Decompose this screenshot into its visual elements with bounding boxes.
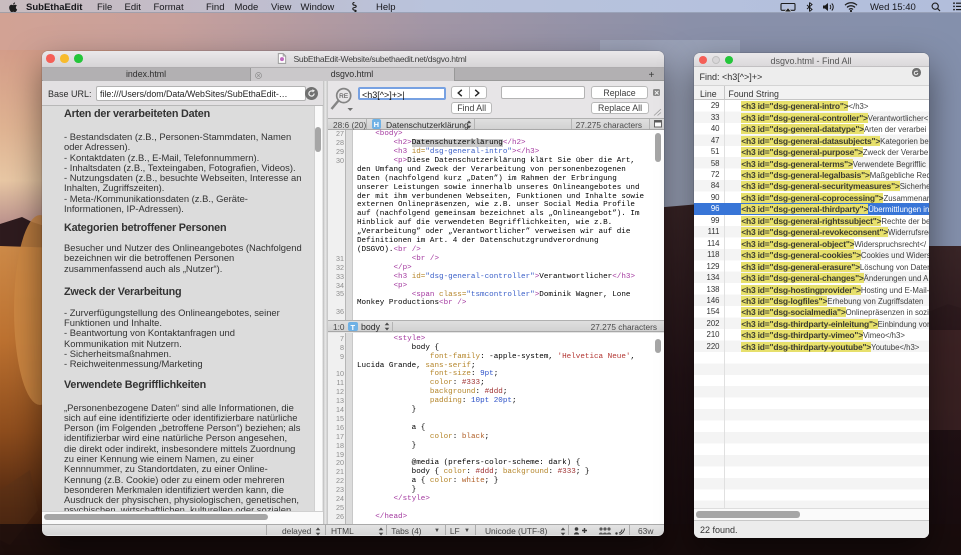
svg-text:RE: RE (339, 93, 349, 100)
